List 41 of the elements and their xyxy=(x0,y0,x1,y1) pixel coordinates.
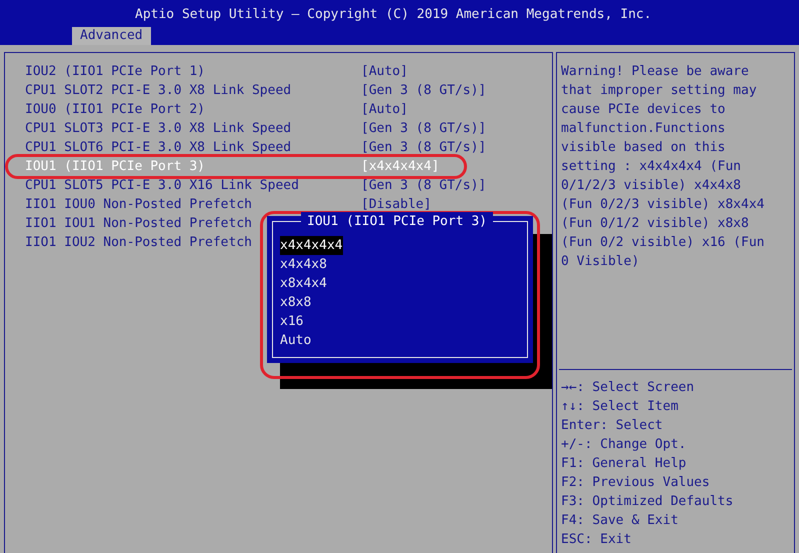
setting-value: [Gen 3 (8 GT/s)] xyxy=(361,139,486,157)
key-help-line: F3: Optimized Defaults xyxy=(561,493,734,511)
key-help-line: F1: General Help xyxy=(561,455,688,473)
key-help-line: ESC: Exit xyxy=(561,531,632,549)
setting-value: [Auto] xyxy=(361,101,408,119)
setting-row[interactable]: CPU1 SLOT2 PCI-E 3.0 X8 Link Speed [Gen 3 (8 GT/s)] xyxy=(25,81,552,100)
help-text: Warning! Please be aware that improper setting may cause PCIe devices to malfunction.Functions visible based on this setting : x4x4x4x4 (Fun 0/1/2/3 visible) x4x4x8 (Fun 0/2/3 visible) x8x4x4 (Fun 0/1/2 visible) x8x8 (Fun 0/2 visible) x16 (Fun 0 Visible) xyxy=(560,63,766,271)
setting-value: [Gen 3 (8 GT/s)] xyxy=(361,177,486,195)
key-help-line: ↑↓: Select Item xyxy=(561,398,680,416)
setting-row[interactable]: CPU1 SLOT5 PCI-E 3.0 X16 Link Speed [Gen 3 (8 GT/s)] xyxy=(25,176,552,195)
key-help-line: F2: Previous Values xyxy=(561,474,711,492)
popup-option[interactable]: x4x4x4x4 xyxy=(280,236,343,255)
setting-label: IOU2 (IIO1 PCIe Port 1) xyxy=(25,63,206,81)
popup-option[interactable]: x8x8 xyxy=(280,293,312,312)
setting-value: [Gen 3 (8 GT/s)] xyxy=(361,82,486,100)
setting-row[interactable]: CPU1 SLOT6 PCI-E 3.0 X8 Link Speed [Gen 3 (8 GT/s)] xyxy=(25,138,552,157)
popup-option[interactable]: Auto xyxy=(280,331,312,350)
setting-label: IOU0 (IIO1 PCIe Port 2) xyxy=(25,101,206,119)
setting-value: [Disable] xyxy=(361,196,432,214)
setting-label: CPU1 SLOT3 PCI-E 3.0 X8 Link Speed xyxy=(25,120,292,138)
key-help-line: +/-: Change Opt. xyxy=(561,436,688,454)
setting-value: [x4x4x4x4] xyxy=(361,158,440,176)
setting-row[interactable]: IOU2 (IIO1 PCIe Port 1) [Auto] xyxy=(25,62,552,81)
setting-value: [Gen 3 (8 GT/s)] xyxy=(361,120,486,138)
setting-label: CPU1 SLOT6 PCI-E 3.0 X8 Link Speed xyxy=(25,139,292,157)
setting-value: [Auto] xyxy=(361,63,408,81)
setting-label: CPU1 SLOT2 PCI-E 3.0 X8 Link Speed xyxy=(25,82,292,100)
popup-option[interactable]: x4x4x8 xyxy=(280,255,327,274)
setting-row[interactable]: CPU1 SLOT3 PCI-E 3.0 X8 Link Speed [Gen 3 (8 GT/s)] xyxy=(25,119,552,138)
popup-option[interactable]: x16 xyxy=(280,312,304,331)
key-help-line: →←: Select Screen xyxy=(561,379,696,397)
tab[interactable]: Advanced xyxy=(72,27,151,45)
setting-row[interactable]: IOU0 (IIO1 PCIe Port 2) [Auto] xyxy=(25,100,552,119)
setting-label: IIO1 IOU0 Non-Posted Prefetch xyxy=(25,196,252,214)
setting-label: IOU1 (IIO1 PCIe Port 3) xyxy=(25,158,206,176)
setting-row[interactable]: IIO1 IOU0 Non-Posted Prefetch [Disable] xyxy=(25,195,552,214)
setting-label: CPU1 SLOT5 PCI-E 3.0 X16 Link Speed xyxy=(25,177,299,195)
key-help-line: Enter: Select xyxy=(561,417,664,435)
popup-option[interactable]: x8x4x4 xyxy=(280,274,327,293)
key-help-line: F4: Save & Exit xyxy=(561,512,680,530)
window-title: Aptio Setup Utility – Copyright (C) 2019 American Megatrends, Inc. xyxy=(134,6,653,24)
